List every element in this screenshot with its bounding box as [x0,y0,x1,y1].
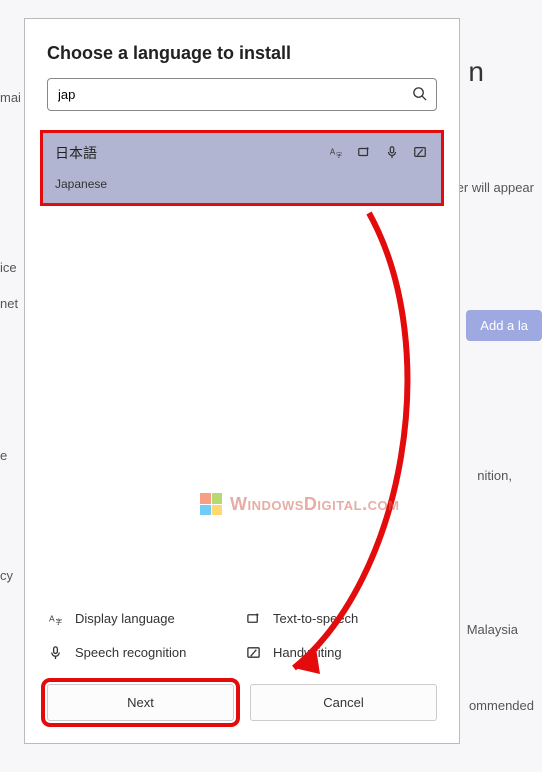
svg-text:字: 字 [336,151,342,159]
legend-label: Handwriting [273,645,342,660]
bg-frag-rer: rer will appear [452,180,534,195]
display-language-icon: A字 [329,145,343,162]
results-list: 日本語 Japanese A字 [35,123,449,598]
watermark-text: WindowsDigital.com [230,494,399,515]
legend-label: Speech recognition [75,645,186,660]
display-language-icon: A字 [47,610,63,626]
text-to-speech-icon [357,145,371,162]
watermark: WindowsDigital.com [200,493,399,515]
add-language-button[interactable]: Add a la [466,310,542,341]
next-button-label: Next [127,695,154,710]
bg-frag-mai: mai [0,90,21,105]
bg-frag-net: net [0,296,18,311]
language-english-name: Japanese [55,177,429,191]
handwriting-icon [245,644,261,660]
legend-label: Display language [75,611,175,626]
cancel-button-label: Cancel [323,695,363,710]
bg-frag-cy: cy [0,568,13,583]
handwriting-icon [413,145,427,162]
legend-label: Text-to-speech [273,611,358,626]
speech-recognition-icon [385,145,399,162]
svg-text:字: 字 [55,617,62,626]
cancel-button[interactable]: Cancel [250,684,437,721]
legend-display-language: A字 Display language [47,610,239,626]
dialog-footer: Next Cancel [25,674,459,743]
legend-handwriting: Handwriting [245,644,437,660]
next-button[interactable]: Next [47,684,234,721]
bg-frag-e: e [0,448,7,463]
feature-legend: A字 Display language Text-to-speech Speec… [25,602,459,674]
bg-frag-ice: ice [0,260,17,275]
search-icon [412,86,427,104]
bg-frag-malaysia: Malaysia [467,622,518,637]
bg-frag-nition: nition, [477,468,512,483]
svg-text:A: A [330,148,336,157]
choose-language-dialog: Choose a language to install 日本語 Japanes… [24,18,460,744]
language-feature-icons: A字 [329,145,427,162]
speech-recognition-icon [47,644,63,660]
bg-frag-recommended: ommended [469,698,534,713]
dialog-title: Choose a language to install [25,19,459,78]
legend-text-to-speech: Text-to-speech [245,610,437,626]
search-field [47,78,437,111]
add-language-label: Add a la [480,318,528,333]
language-item-japanese[interactable]: 日本語 Japanese A字 [40,130,444,206]
svg-text:A: A [48,613,54,623]
search-input[interactable] [47,78,437,111]
windows-logo-icon [200,493,222,515]
legend-speech-recognition: Speech recognition [47,644,239,660]
bg-letter-n: n [468,56,484,88]
text-to-speech-icon [245,610,261,626]
